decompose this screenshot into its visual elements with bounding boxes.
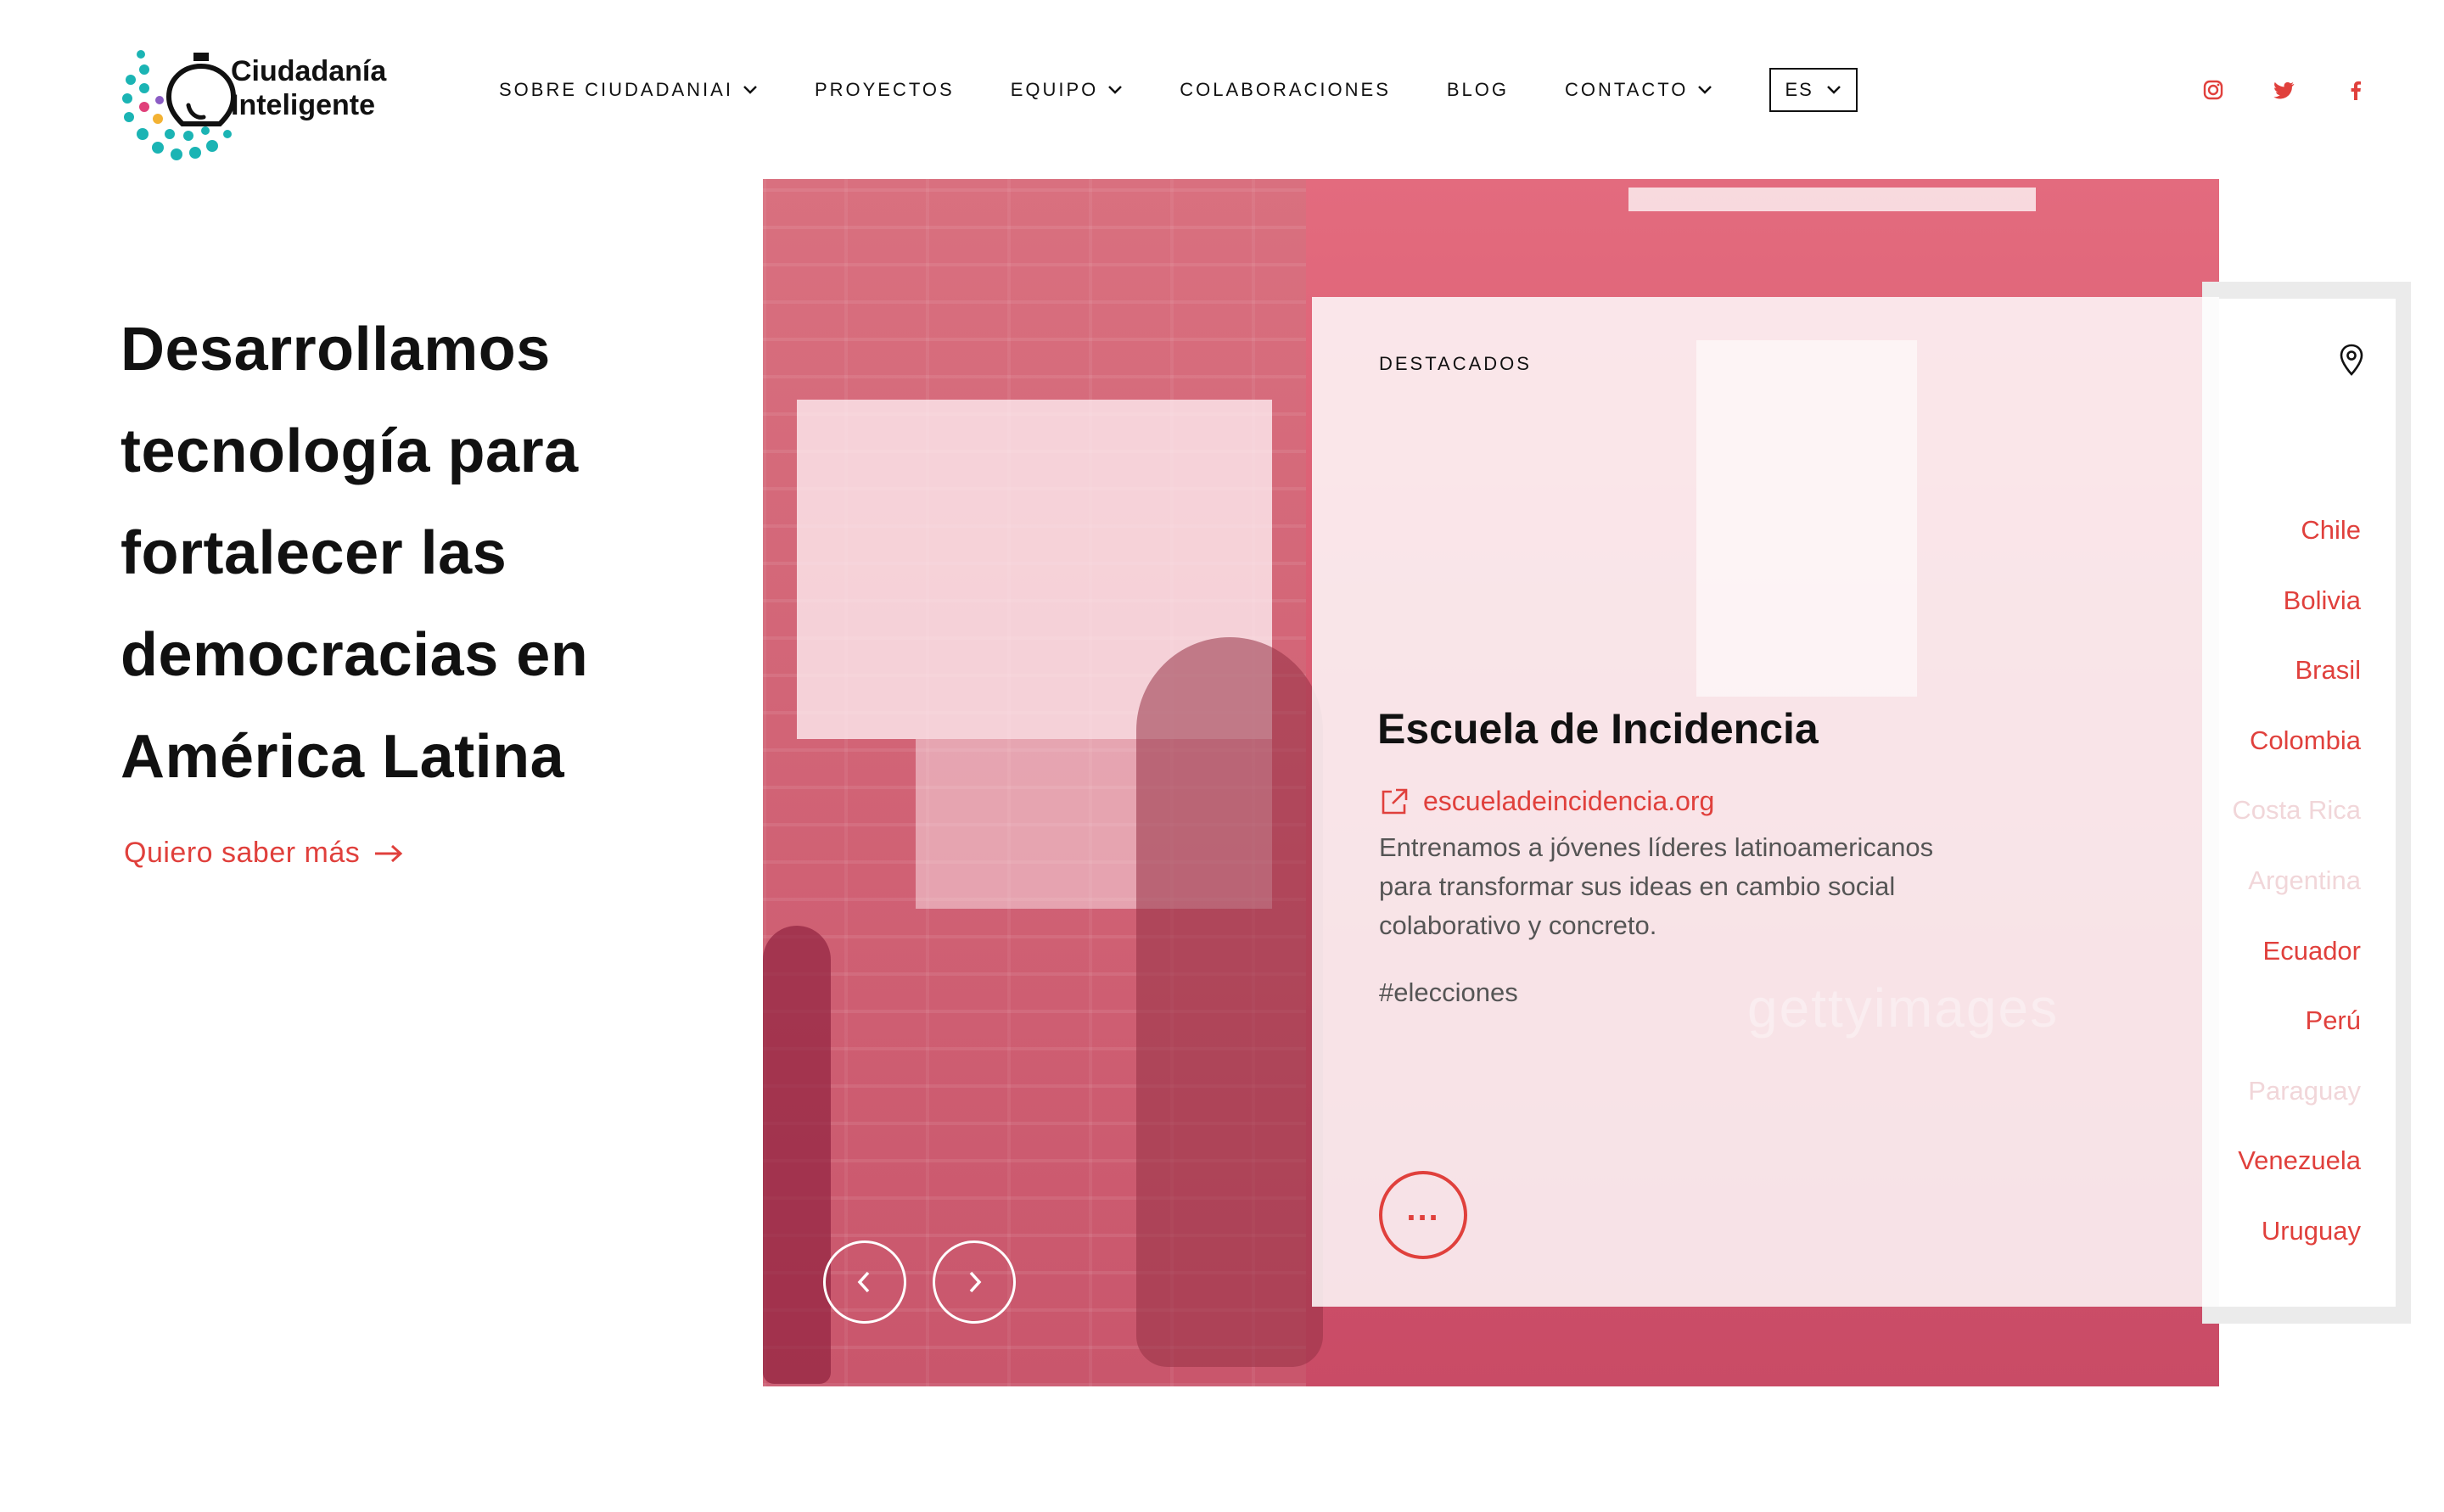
nav-item-label: BLOG [1446, 79, 1510, 100]
logo-wordmark: Ciudadanía Inteligente [231, 54, 386, 122]
slider-prev-button[interactable] [823, 1240, 906, 1324]
country-item[interactable]: Costa Rica [2106, 789, 2361, 860]
hero-title: Desarrollamos tecnología para fortalecer… [121, 316, 589, 791]
more-dots-icon: ... [1406, 1190, 1440, 1228]
featured-description: Entrenamos a jóvenes líderes latinoameri… [1379, 832, 1934, 940]
chevron-down-icon [1108, 86, 1123, 94]
more-button[interactable]: ... [1379, 1171, 1467, 1259]
nav-item-label: CONTACTO [1565, 79, 1689, 100]
country-item[interactable]: Perú [2106, 1000, 2361, 1070]
chevron-left-icon [857, 1271, 870, 1293]
nav-item-proyectos[interactable]: PROYECTOS [815, 79, 955, 101]
facebook-icon[interactable] [2344, 78, 2368, 102]
photo-person [763, 926, 831, 1384]
logo-lightbulb-icon [122, 50, 237, 160]
instagram-icon[interactable] [2201, 78, 2225, 102]
twitter-icon[interactable] [2273, 78, 2296, 102]
featured-section-label: DESTACADOS [1379, 353, 1532, 374]
arrow-right-icon [375, 844, 403, 862]
country-item[interactable]: Paraguay [2106, 1070, 2361, 1140]
nav-item-label: SOBRE CIUDADANIAI [499, 79, 733, 100]
slider-next-button[interactable] [933, 1240, 1016, 1324]
country-item[interactable]: Argentina [2106, 860, 2361, 930]
chevron-down-icon [743, 86, 757, 94]
main-nav: SOBRE CIUDADANIAI PROYECTOS EQUIPO COLAB… [499, 68, 1858, 112]
hero-cta-link[interactable]: Quiero saber más [124, 837, 404, 870]
country-item[interactable]: Ecuador [2106, 930, 2361, 1000]
nav-item-label: PROYECTOS [814, 79, 955, 100]
featured-url-label: escueladeincidencia.org [1423, 786, 1715, 816]
country-item[interactable]: Venezuela [2106, 1140, 2361, 1210]
featured-tag[interactable]: #elecciones [1379, 977, 1518, 1008]
country-item[interactable]: Chile [2106, 509, 2361, 580]
nav-item-contacto[interactable]: CONTACTO [1565, 79, 1713, 101]
featured-url-link[interactable]: escueladeincidencia.org [1379, 786, 1714, 817]
country-item[interactable]: Uruguay [2106, 1210, 2361, 1280]
country-item[interactable]: Brasil [2106, 649, 2361, 720]
language-select[interactable]: ES [1769, 68, 1858, 112]
nav-item-sobre[interactable]: SOBRE CIUDADANIAI [499, 79, 759, 101]
logo-line2: Inteligente [231, 89, 376, 121]
photo-person [1136, 637, 1323, 1367]
photo-ceiling-light [1628, 188, 2036, 211]
country-item[interactable]: Colombia [2106, 720, 2361, 790]
chevron-right-icon [969, 1271, 982, 1293]
language-label: ES [1785, 79, 1813, 100]
nav-item-equipo[interactable]: EQUIPO [1011, 79, 1124, 101]
nav-item-colaboraciones[interactable]: COLABORACIONES [1180, 79, 1391, 101]
hero-cta-label: Quiero saber más [124, 837, 361, 869]
nav-item-blog[interactable]: BLOG [1447, 79, 1509, 101]
chevron-down-icon [1698, 86, 1712, 94]
country-item[interactable]: Bolivia [2106, 580, 2361, 650]
nav-item-label: EQUIPO [1010, 79, 1099, 100]
chevron-down-icon [1827, 86, 1841, 94]
logo[interactable]: Ciudadanía Inteligente [119, 46, 433, 173]
location-pin-icon[interactable] [2338, 343, 2365, 377]
logo-line1: Ciudadanía [231, 55, 387, 87]
nav-item-label: COLABORACIONES [1180, 79, 1391, 100]
external-link-icon [1382, 788, 1408, 814]
country-list: Chile Bolivia Brasil Colombia Costa Rica… [2106, 509, 2361, 1280]
featured-title: Escuela de Incidencia [1377, 705, 1819, 753]
